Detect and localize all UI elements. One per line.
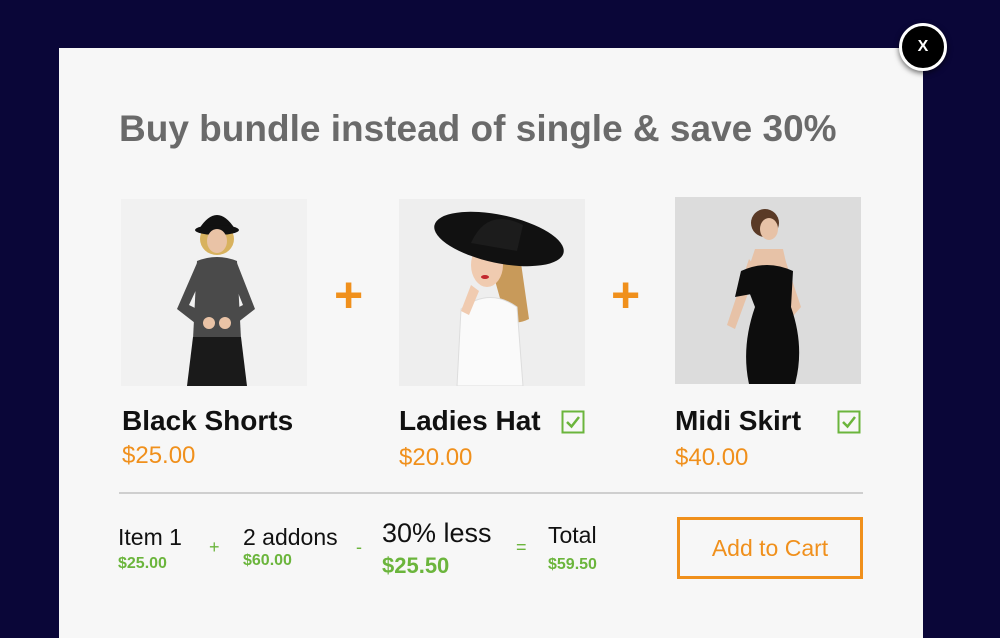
close-button[interactable]: X (899, 23, 947, 71)
checkbox-checked-icon[interactable] (837, 410, 861, 434)
summary-item-label: Item 1 (118, 524, 182, 550)
bundle-title: Buy bundle instead of single & save 30% (119, 108, 837, 149)
product-price: $25.00 (122, 442, 196, 469)
equals-operator: = (516, 537, 527, 557)
plus-operator: + (209, 537, 220, 557)
product-image-ladies-hat[interactable] (399, 199, 585, 386)
summary-discount-value: $25.50 (382, 553, 450, 578)
product-price: $40.00 (675, 444, 749, 471)
product-name: Ladies Hat (399, 405, 541, 436)
summary-discount-label: 30% less (382, 518, 492, 548)
summary-total-value: $59.50 (548, 556, 597, 573)
add-to-cart-button[interactable]: Add to Cart (677, 517, 863, 579)
product-image-black-shorts[interactable] (121, 199, 307, 386)
product-name: Black Shorts (122, 405, 294, 436)
product-image-midi-skirt[interactable] (675, 197, 861, 384)
summary-total-label: Total (548, 522, 597, 548)
product-name: Midi Skirt (675, 405, 802, 436)
product-price: $20.00 (399, 444, 473, 471)
summary-addons-value: $60.00 (243, 552, 292, 569)
summary-item-value: $25.00 (118, 555, 167, 572)
minus-operator: - (356, 537, 362, 557)
checkbox-checked-icon[interactable] (561, 410, 585, 434)
summary-addons-label: 2 addons (243, 524, 338, 550)
plus-icon: + (334, 267, 364, 323)
divider (119, 492, 863, 494)
plus-icon: + (611, 267, 641, 323)
